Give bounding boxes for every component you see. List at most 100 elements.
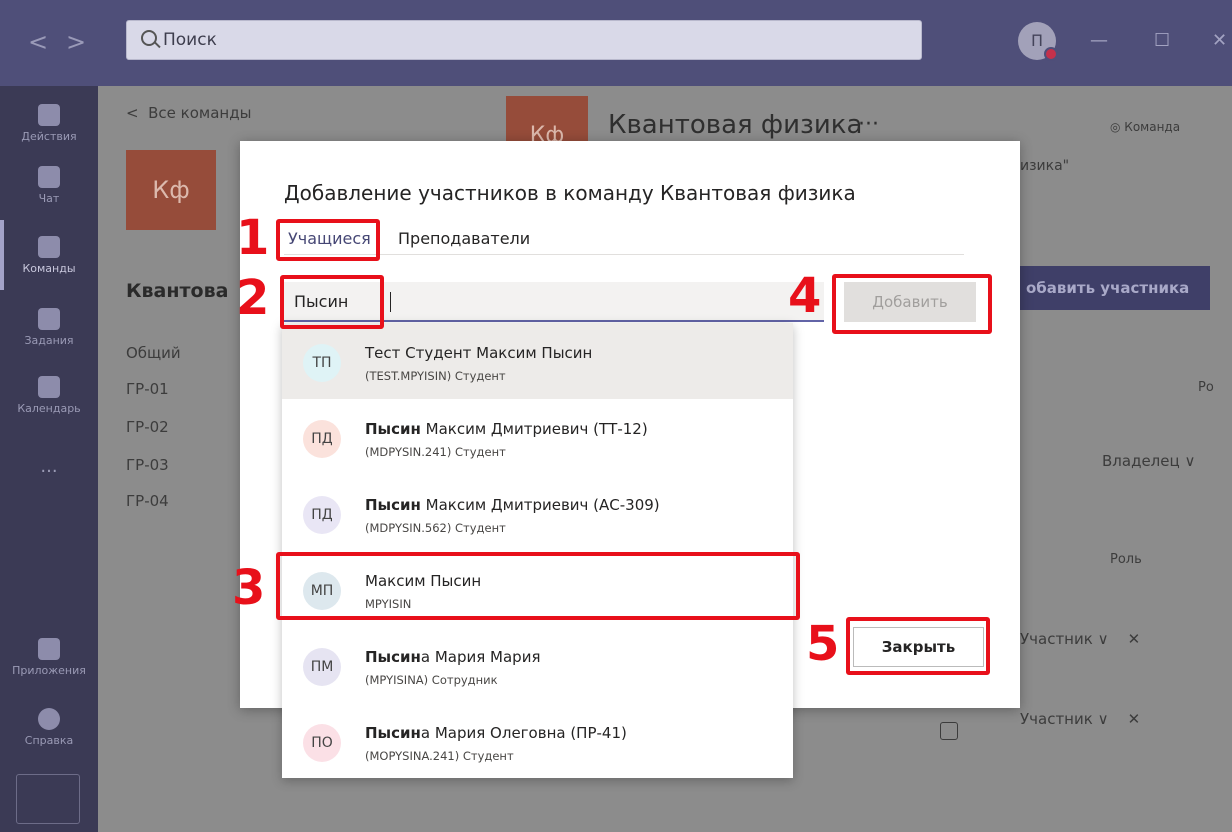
avatar: ПО <box>303 724 341 762</box>
tab-teachers[interactable]: Преподаватели <box>398 229 530 248</box>
team-name-sidebar: Квантова <box>126 280 229 302</box>
suggestion-detail: (MDPYSIN.241) Студент <box>365 445 506 459</box>
app-calendar[interactable]: Календарь <box>0 376 98 415</box>
app-activity[interactable]: Действия <box>0 104 98 143</box>
callout-box-search-input <box>280 275 384 329</box>
search-input[interactable]: Поиск <box>126 20 922 60</box>
app-help[interactable]: Справка <box>0 708 98 747</box>
active-app-indicator <box>0 220 4 290</box>
dialog-title: Добавление участников в команду Квантова… <box>284 181 856 205</box>
member-role-label: Участник <box>1020 630 1093 648</box>
app-assignments[interactable]: Задания <box>0 308 98 347</box>
suggestion-detail: (MDPYSIN.562) Студент <box>365 521 506 535</box>
back-arrow-icon[interactable]: < <box>28 28 48 56</box>
callout-box-close-button <box>846 617 990 675</box>
owner-role[interactable]: Владелец ∨ <box>1102 452 1195 470</box>
channel-gr04[interactable]: ГР-04 <box>126 492 169 510</box>
app-label: Календарь <box>17 402 81 415</box>
maximize-icon[interactable]: ☐ <box>1154 30 1170 51</box>
suggestion-item[interactable]: ПМ Пысина Мария Мария (MPYISINA) Сотрудн… <box>282 627 793 703</box>
suggestion-item[interactable]: ПД Пысин Максим Дмитриевич (АС-309) (MDP… <box>282 475 793 551</box>
app-apps[interactable]: Приложения <box>0 638 98 677</box>
app-label: Действия <box>21 130 77 143</box>
text-caret <box>390 292 391 312</box>
suggestion-item[interactable]: ТП Тест Студент Максим Пысин (TEST.MPYIS… <box>282 323 793 399</box>
name-rest: Тест Студент Максим Пысин <box>365 344 593 362</box>
back-link[interactable]: < Все команды <box>126 104 251 122</box>
channel-general[interactable]: Общий <box>126 344 181 362</box>
avatar: ТП <box>303 344 341 382</box>
name-match: Пысин <box>365 420 421 438</box>
team-type-label: ◎ Команда <box>1110 120 1181 134</box>
avatar: ПД <box>303 420 341 458</box>
app-more[interactable]: ... <box>0 456 98 477</box>
suggestion-item[interactable]: ПД Пысин Максим Дмитриевич (ТТ-12) (MDPY… <box>282 399 793 475</box>
app-label: Команды <box>22 262 76 275</box>
app-label: Задания <box>24 334 74 347</box>
callout-number-1: 1 <box>236 210 270 266</box>
search-icon <box>141 30 157 46</box>
bell-icon <box>38 104 60 126</box>
app-label: Чат <box>38 192 60 205</box>
add-member-button[interactable]: обавить участника <box>1020 266 1210 310</box>
member-checkbox[interactable] <box>940 722 958 740</box>
name-rest: а Мария Мария <box>420 648 541 666</box>
callout-number-4: 4 <box>788 268 822 324</box>
member-role-dropdown[interactable]: Участник ∨ ✕ <box>1020 710 1140 728</box>
help-icon <box>38 708 60 730</box>
role-column-header-2: Роль <box>1110 552 1142 567</box>
back-link-label: Все команды <box>148 104 252 122</box>
forward-arrow-icon[interactable]: > <box>66 28 86 56</box>
role-column-header: Ро <box>1198 380 1214 395</box>
name-match: Пысин <box>365 496 421 514</box>
avatar: ПМ <box>303 648 341 686</box>
name-rest: а Мария Олеговна (ПР-41) <box>420 724 627 742</box>
team-description: изика" <box>1020 158 1070 174</box>
close-window-icon[interactable]: ✕ <box>1212 30 1227 51</box>
chat-icon <box>38 166 60 188</box>
name-match: Пысин <box>365 648 421 666</box>
channel-gr03[interactable]: ГР-03 <box>126 456 169 474</box>
team-tile: Кф <box>126 150 216 230</box>
app-label: Приложения <box>12 664 86 677</box>
search-placeholder: Поиск <box>163 30 217 50</box>
name-rest: Максим Дмитриевич (АС-309) <box>420 496 660 514</box>
app-label: Справка <box>24 734 74 747</box>
more-icon: ... <box>40 456 58 477</box>
name-rest: Максим Дмитриевич (ТТ-12) <box>420 420 648 438</box>
more-options-icon[interactable]: ··· <box>858 112 879 137</box>
app-teams[interactable]: Команды <box>0 236 98 275</box>
suggestion-name: Пысин Максим Дмитриевич (АС-309) <box>365 496 660 514</box>
tab-divider <box>284 254 964 255</box>
member-role-label: Участник <box>1020 710 1093 728</box>
channel-gr01[interactable]: ГР-01 <box>126 380 169 398</box>
suggestion-name: Пысина Мария Олеговна (ПР-41) <box>365 724 627 742</box>
suggestion-item[interactable]: ПО Пысина Мария Олеговна (ПР-41) (MOPYSI… <box>282 703 793 779</box>
app-chat[interactable]: Чат <box>0 166 98 205</box>
callout-box-students-tab <box>276 219 380 261</box>
suggestions-list: ТП Тест Студент Максим Пысин (TEST.MPYIS… <box>282 323 793 778</box>
calendar-icon <box>38 376 60 398</box>
title-bar: < > Поиск П — ☐ ✕ <box>0 0 1232 86</box>
suggestion-name: Пысина Мария Мария <box>365 648 540 666</box>
name-match: Пысин <box>365 724 421 742</box>
callout-box-selected-student <box>276 552 800 620</box>
channel-gr02[interactable]: ГР-02 <box>126 418 169 436</box>
suggestion-detail: (TEST.MPYISIN) Студент <box>365 369 506 383</box>
owner-role-label: Владелец <box>1102 452 1180 470</box>
team-type-text: Команда <box>1124 120 1181 134</box>
avatar: ПД <box>303 496 341 534</box>
callout-number-3: 3 <box>232 560 266 616</box>
suggestion-detail: (MOPYSINA.241) Студент <box>365 749 514 763</box>
callout-number-2: 2 <box>236 270 270 326</box>
callout-box-add-button <box>832 274 992 334</box>
minimize-icon[interactable]: — <box>1090 30 1108 51</box>
assignments-icon <box>38 308 60 330</box>
team-title: Квантовая физика <box>608 110 863 140</box>
teams-icon <box>38 236 60 258</box>
suggestion-detail: (MPYISINA) Сотрудник <box>365 673 498 687</box>
avatar[interactable]: П <box>1018 22 1058 61</box>
apps-icon <box>38 638 60 660</box>
member-role-dropdown[interactable]: Участник ∨ ✕ <box>1020 630 1140 648</box>
mobile-device-icon[interactable] <box>16 774 80 824</box>
